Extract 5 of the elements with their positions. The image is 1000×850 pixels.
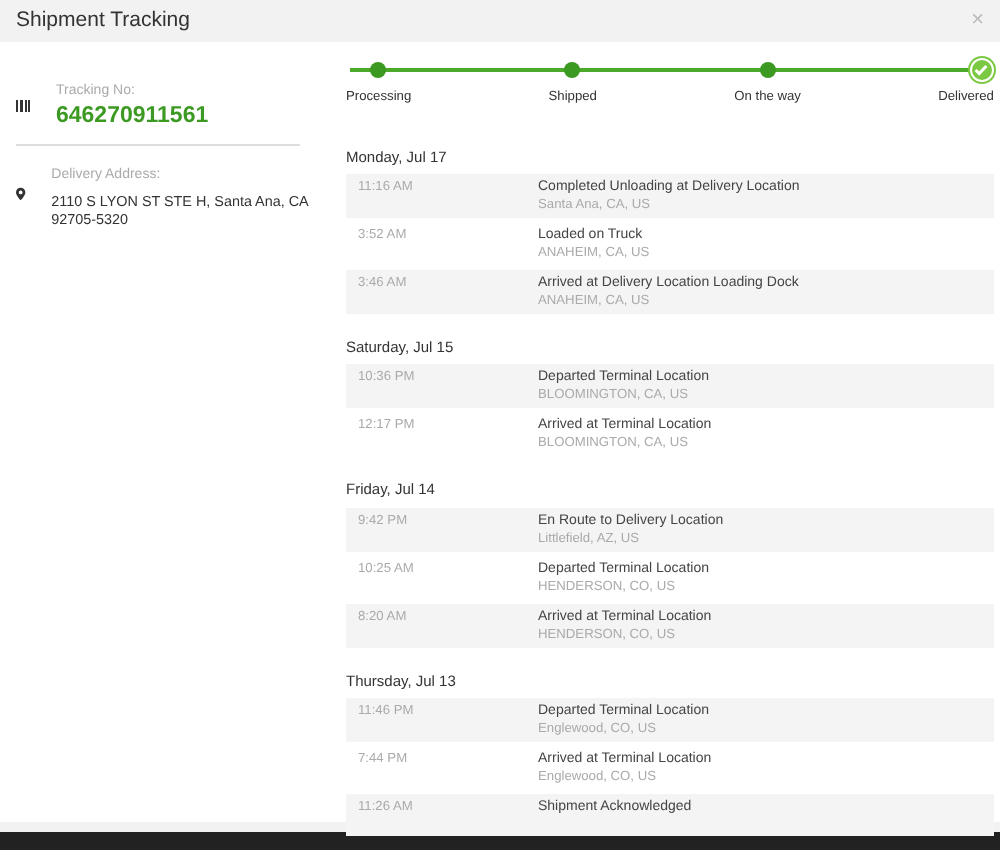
close-button[interactable]: × [971,10,984,32]
window-title: Shipment Tracking [16,5,190,36]
tracking-number: 646270911561 [56,103,209,129]
location-pin-icon [16,186,26,203]
barcode-icon [16,99,30,112]
